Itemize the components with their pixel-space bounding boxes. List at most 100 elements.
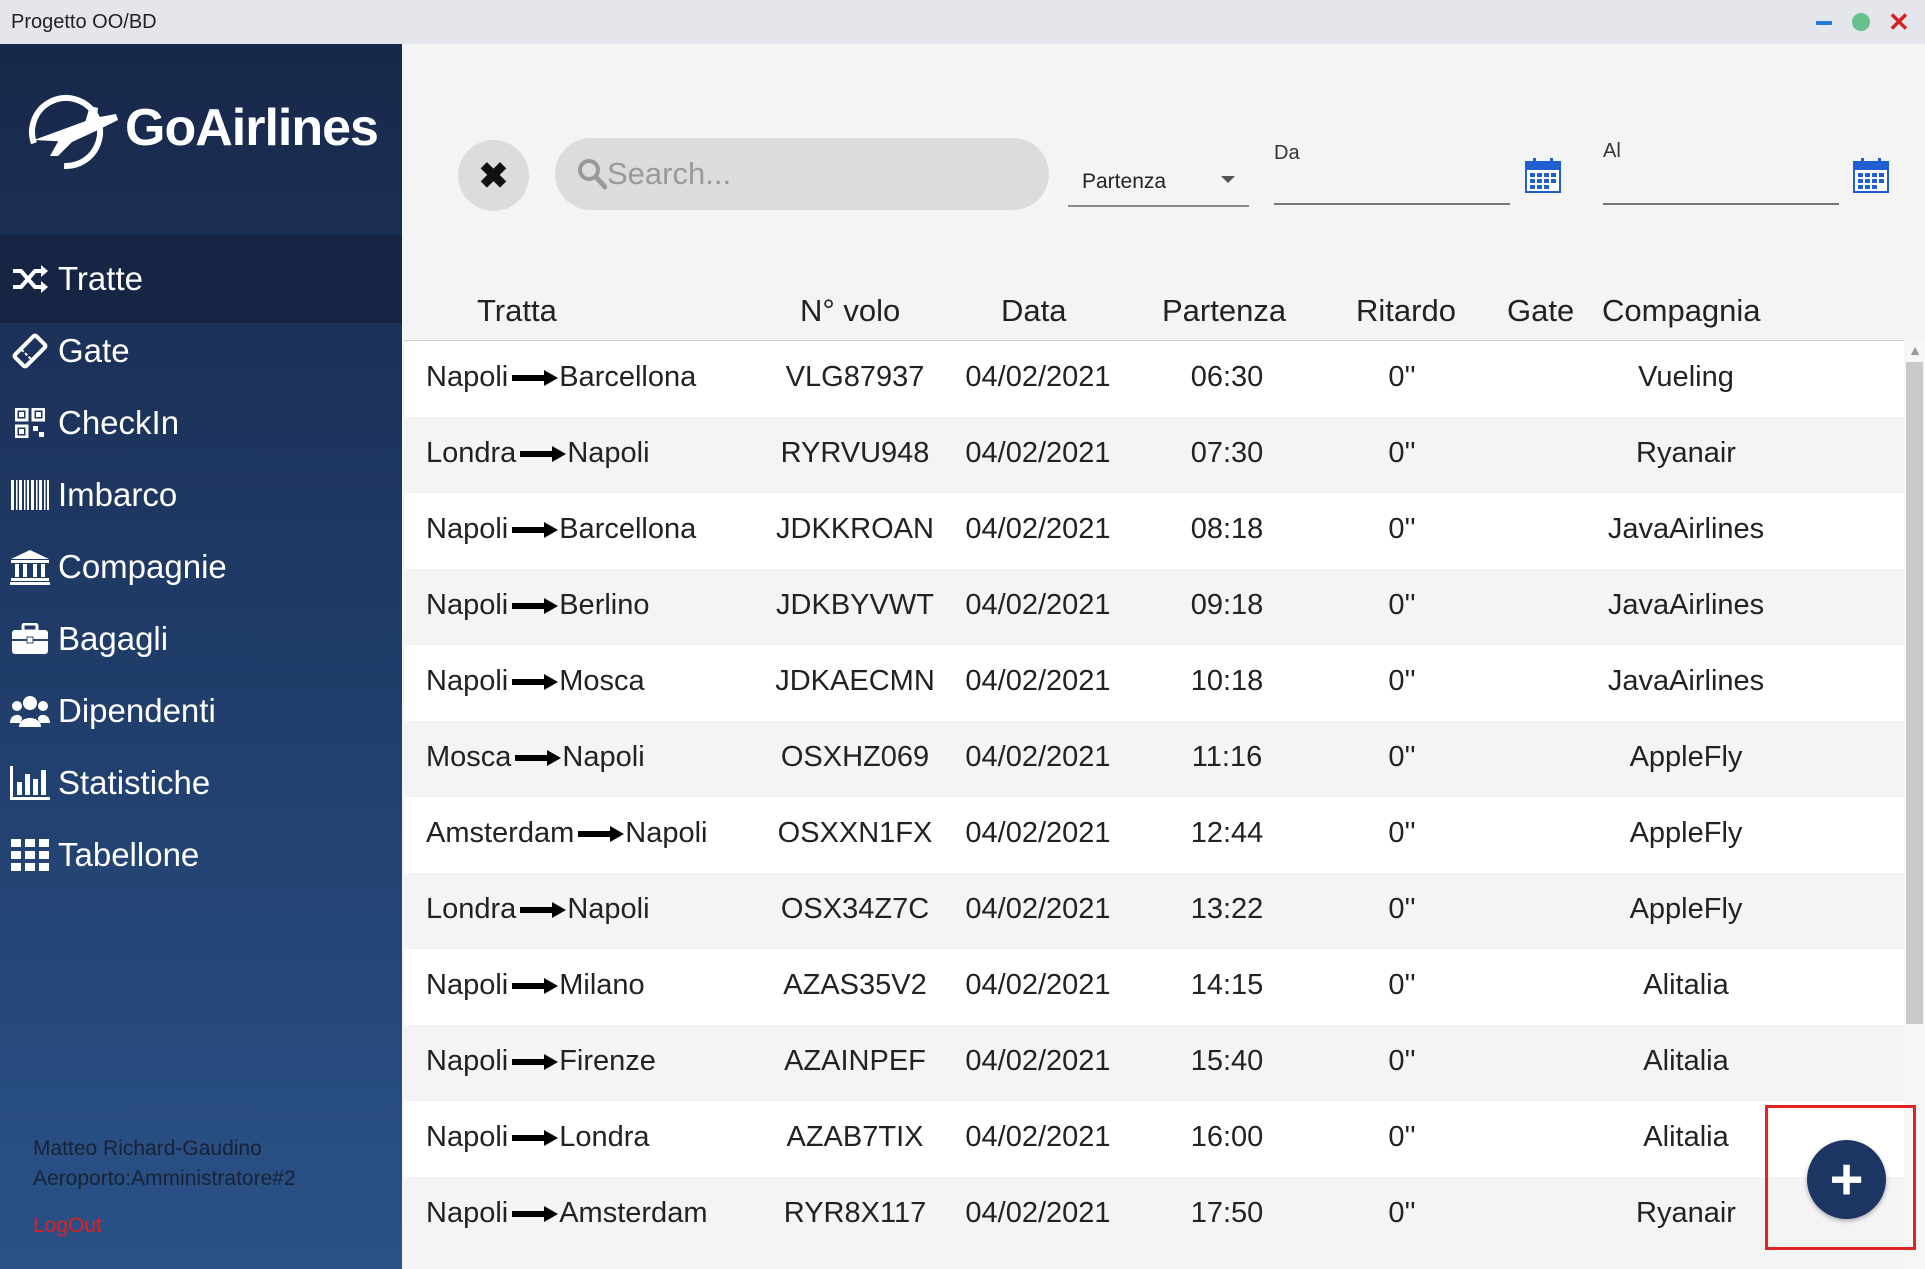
date-cell: 04/02/2021 (965, 893, 1111, 925)
brand-name: GoAirlines (125, 99, 379, 157)
table-row[interactable]: Napoli Barcellona VLG87937 04/02/2021 06:30 0… (404, 341, 1904, 417)
route-cell: Napoli Amsterdam (426, 1197, 707, 1230)
flight-number-cell: OSX34Z7C (780, 893, 930, 925)
scrollbar-thumb[interactable] (1906, 362, 1923, 1024)
column-header-data[interactable]: Data (1001, 293, 1066, 329)
table-row[interactable]: Napoli Barcellona JDKKROAN 04/02/2021 08:18 0… (404, 493, 1904, 569)
sidebar-item-label: Bagagli (58, 620, 169, 657)
globe-plane-icon (29, 95, 118, 169)
window-titlebar: Progetto OO/BD ✕ (0, 0, 1925, 44)
logout-link[interactable]: LogOut (33, 1214, 102, 1238)
arrow-right-icon (520, 901, 567, 918)
table-row[interactable]: Napoli Berlino JDKBYVWT 04/02/2021 09:18 0'' J… (404, 569, 1904, 645)
table-row[interactable]: Londra Napoli RYRVU948 04/02/2021 07:30 0'' Ry… (404, 417, 1904, 493)
minimize-icon[interactable] (1814, 12, 1834, 32)
barcode-icon (8, 473, 52, 517)
column-header-volo[interactable]: N° volo (800, 293, 900, 329)
route-cell: Londra Napoli (426, 893, 650, 926)
calendar-icon[interactable] (1853, 157, 1889, 193)
table-row[interactable]: Napoli Londra AZAB7TIX 04/02/2021 16:00 0'' Al… (404, 1101, 1904, 1177)
route-to: Londra (559, 1121, 650, 1153)
column-header-compagnia[interactable]: Compagnia (1602, 293, 1761, 329)
search-input[interactable] (607, 150, 1027, 198)
column-header-partenza[interactable]: Partenza (1162, 293, 1286, 329)
route-cell: Napoli Milano (426, 969, 645, 1002)
delay-cell: 0'' (1388, 513, 1416, 545)
flight-number-cell: OSXHZ069 (780, 741, 930, 773)
delay-cell: 0'' (1388, 1121, 1416, 1153)
table-row[interactable]: Napoli Amsterdam RYR8X117 04/02/2021 17:50 0'… (404, 1177, 1904, 1253)
close-window-icon[interactable]: ✕ (1888, 9, 1910, 35)
briefcase-icon (8, 617, 52, 661)
to-date-field[interactable] (1603, 160, 1839, 205)
sidebar-item-tabellone[interactable]: Tabellone (0, 811, 402, 899)
sidebar-item-label: CheckIn (58, 404, 180, 441)
column-header-tratta[interactable]: Tratta (477, 293, 557, 329)
route-from: Napoli (426, 361, 509, 393)
company-cell: JavaAirlines (1607, 665, 1765, 697)
table-row[interactable]: Londra Napoli OSX34Z7C 04/02/2021 13:22 0'' Ap… (404, 873, 1904, 949)
arrow-right-icon (512, 521, 559, 538)
departure-time-cell: 11:16 (1191, 741, 1263, 773)
arrow-right-icon (520, 445, 567, 462)
table-row[interactable]: Napoli Milano AZAS35V2 04/02/2021 14:15 0'' Al… (404, 949, 1904, 1025)
route-to: Napoli (562, 741, 645, 773)
route-to: Amsterdam (559, 1197, 708, 1229)
route-from: Napoli (426, 665, 509, 697)
calendar-icon[interactable] (1525, 157, 1561, 193)
route-to: Napoli (567, 437, 650, 469)
filter-select[interactable]: Partenza (1068, 162, 1249, 207)
bar-chart-icon (8, 761, 52, 805)
column-header-ritardo[interactable]: Ritardo (1356, 293, 1456, 329)
sidebar-item-label: Gate (58, 332, 130, 369)
delay-cell: 0'' (1388, 665, 1416, 697)
sidebar-item-label: Imbarco (58, 476, 178, 513)
search-icon (578, 159, 607, 190)
close-icon: ✖ (478, 154, 509, 196)
flight-number-cell: AZAINPEF (784, 1045, 926, 1077)
departure-time-cell: 13:22 (1190, 893, 1264, 925)
departure-time-cell: 06:30 (1190, 361, 1264, 393)
arrow-right-icon (512, 597, 559, 614)
company-cell: Ryanair (1636, 437, 1736, 469)
search-box[interactable] (555, 138, 1049, 210)
route-from: Amsterdam (426, 817, 575, 849)
route-to: Mosca (559, 665, 645, 697)
departure-time-cell: 17:50 (1190, 1197, 1264, 1229)
maximize-icon[interactable] (1851, 12, 1871, 32)
date-cell: 04/02/2021 (965, 665, 1111, 697)
route-cell: Napoli Barcellona (426, 361, 696, 394)
route-cell: Napoli Barcellona (426, 513, 696, 546)
route-to: Napoli (567, 893, 650, 925)
table-row[interactable]: Amsterdam Napoli OSXXN1FX 04/02/2021 12:44 0'… (404, 797, 1904, 873)
table-row[interactable]: Mosca Napoli OSXHZ069 04/02/2021 11:16 0'' App… (404, 721, 1904, 797)
company-cell: AppleFly (1629, 741, 1743, 773)
sidebar-item-label: Compagnie (58, 548, 227, 585)
column-header-gate[interactable]: Gate (1507, 293, 1574, 329)
add-flight-button[interactable]: + (1807, 1140, 1886, 1219)
delay-cell: 0'' (1388, 589, 1416, 621)
from-date-field[interactable] (1274, 160, 1510, 205)
departure-time-cell: 08:18 (1190, 513, 1264, 545)
departure-time-cell: 09:18 (1190, 589, 1264, 621)
flight-number-cell: VLG87937 (785, 361, 925, 393)
user-info: Matteo Richard-Gaudino Aeroporto:Amminis… (33, 1134, 296, 1194)
company-cell: JavaAirlines (1607, 513, 1765, 545)
date-cell: 04/02/2021 (965, 513, 1111, 545)
bank-icon (8, 545, 52, 589)
table-row[interactable]: Napoli Mosca JDKAECMN 04/02/2021 10:18 0'' Jav… (404, 645, 1904, 721)
ticket-icon (8, 329, 52, 373)
route-from: Napoli (426, 1197, 509, 1229)
route-cell: Napoli Berlino (426, 589, 650, 622)
flights-table: Napoli Barcellona VLG87937 04/02/2021 06:30 0… (404, 340, 1904, 1269)
route-from: Napoli (426, 589, 509, 621)
route-from: Napoli (426, 513, 509, 545)
company-cell: Alitalia (1643, 969, 1729, 1001)
clear-filters-button[interactable]: ✖ (458, 140, 529, 211)
departure-time-cell: 12:44 (1190, 817, 1264, 849)
date-cell: 04/02/2021 (965, 1197, 1111, 1229)
date-cell: 04/02/2021 (965, 741, 1111, 773)
table-row[interactable]: Napoli Firenze AZAINPEF 04/02/2021 15:40 0'' A… (404, 1025, 1904, 1101)
flight-number-cell: JDKBYVWT (776, 589, 934, 621)
scroll-up-icon[interactable]: ▲ (1906, 343, 1924, 357)
